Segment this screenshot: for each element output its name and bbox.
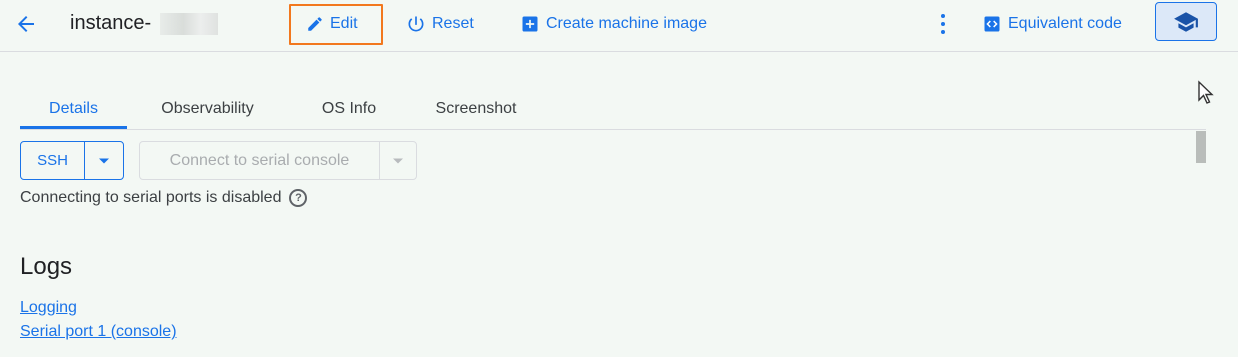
help-icon[interactable]: ? xyxy=(289,189,308,207)
school-icon xyxy=(1174,11,1198,32)
serial-ports-note: Connecting to serial ports is disabled ? xyxy=(20,189,308,207)
edit-button-label: Edit xyxy=(330,15,358,32)
mouse-cursor-icon xyxy=(1198,80,1214,104)
serial-ports-note-text: Connecting to serial ports is disabled xyxy=(20,189,282,206)
more-options-icon[interactable] xyxy=(934,11,952,37)
logs-heading: Logs xyxy=(20,253,73,280)
edit-button[interactable]: Edit xyxy=(306,10,358,38)
ssh-button[interactable]: SSH xyxy=(21,142,85,179)
tab-os-info[interactable]: OS Info xyxy=(305,88,393,129)
tabs-divider xyxy=(20,129,1206,130)
pencil-icon xyxy=(308,17,322,31)
caret-down-icon xyxy=(393,158,403,163)
serial-console-dropdown-button[interactable] xyxy=(380,142,416,179)
caret-down-icon xyxy=(99,158,109,163)
reset-button-label: Reset xyxy=(432,15,474,32)
top-toolbar: instance- Edit Reset Create machine imag… xyxy=(0,0,1238,52)
serial-port-1-link[interactable]: Serial port 1 (console) xyxy=(20,323,177,341)
create-machine-image-label: Create machine image xyxy=(546,15,707,32)
equivalent-code-button[interactable]: Equivalent code xyxy=(982,10,1122,38)
code-icon xyxy=(984,16,1000,32)
reset-button[interactable]: Reset xyxy=(406,10,474,38)
page-title: instance- xyxy=(70,12,152,34)
add-box-icon xyxy=(522,16,538,32)
serial-console-split-button: Connect to serial console xyxy=(139,141,417,180)
power-icon xyxy=(408,16,424,32)
arrow-back-icon xyxy=(18,16,34,32)
tab-observability[interactable]: Observability xyxy=(140,88,275,129)
connect-serial-console-button[interactable]: Connect to serial console xyxy=(140,142,380,179)
scrollbar-thumb[interactable] xyxy=(1196,131,1206,163)
back-button[interactable] xyxy=(10,8,42,40)
logging-link[interactable]: Logging xyxy=(20,299,77,317)
tab-details[interactable]: Details xyxy=(20,88,127,129)
learn-button[interactable] xyxy=(1155,2,1217,41)
create-machine-image-button[interactable]: Create machine image xyxy=(520,10,707,38)
ssh-split-button: SSH xyxy=(20,141,124,180)
ssh-dropdown-button[interactable] xyxy=(85,142,123,179)
redacted-instance-suffix xyxy=(160,13,218,35)
equivalent-code-label: Equivalent code xyxy=(1008,15,1122,32)
tab-screenshot[interactable]: Screenshot xyxy=(420,88,532,129)
